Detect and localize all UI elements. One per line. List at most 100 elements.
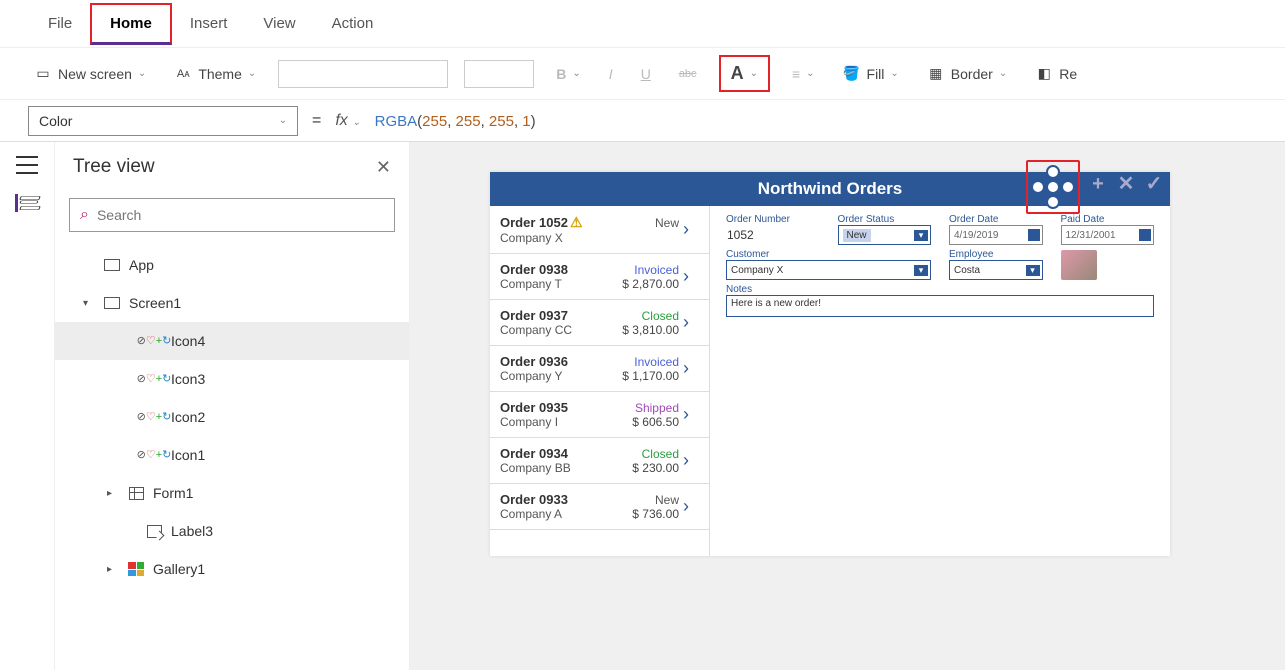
order-title: Order 0937 bbox=[500, 308, 618, 323]
border-button[interactable]: ▦ Border ⌄ bbox=[921, 61, 1013, 86]
search-input[interactable] bbox=[97, 207, 384, 223]
order-status: New bbox=[655, 216, 679, 230]
tree-panel: Tree view ✕ ⌕ App▾Screen1⊘♡+↻Icon4⊘♡+↻Ic… bbox=[55, 142, 410, 670]
paid-date-input[interactable]: 12/31/2001 bbox=[1061, 225, 1155, 245]
left-rail bbox=[0, 142, 55, 670]
cancel-icon[interactable]: ✕ bbox=[1116, 174, 1136, 194]
italic-button[interactable]: I bbox=[603, 62, 619, 86]
reorder-button[interactable]: ◧ Re bbox=[1029, 61, 1083, 86]
tree-item[interactable]: ⊘♡+↻Icon1 bbox=[55, 436, 409, 474]
order-list-item[interactable]: Order 1052⚠New›Company X bbox=[490, 206, 709, 254]
align-button[interactable]: ≡⌄ bbox=[786, 62, 821, 86]
submit-icon[interactable]: ✓ bbox=[1144, 174, 1164, 194]
tree-item[interactable]: ⊘♡+↻Icon2 bbox=[55, 398, 409, 436]
order-company: Company Y bbox=[500, 369, 618, 383]
order-list: Order 1052⚠New›Company XOrder 0938Invoic… bbox=[490, 206, 710, 556]
notes-label: Notes bbox=[726, 284, 1154, 295]
menu-insert[interactable]: Insert bbox=[172, 5, 246, 42]
menu-view[interactable]: View bbox=[245, 5, 313, 42]
chevron-right-icon: › bbox=[683, 358, 699, 379]
order-amount: $ 230.00 bbox=[632, 461, 679, 475]
formula-input[interactable]: RGBA(255, 255, 255, 1) bbox=[375, 112, 536, 130]
order-status: Closed bbox=[622, 309, 679, 323]
order-company: Company T bbox=[500, 277, 618, 291]
order-list-item[interactable]: Order 0935Shipped›Company I$ 606.50 bbox=[490, 392, 709, 438]
chevron-right-icon: › bbox=[683, 312, 699, 333]
gallery-icon bbox=[127, 560, 145, 578]
add-icon[interactable]: + bbox=[1088, 174, 1108, 194]
tree-item[interactable]: ▸ Gallery1 bbox=[55, 550, 409, 588]
order-amount: $ 1,170.00 bbox=[622, 369, 679, 383]
theme-icon: Aᴀ bbox=[174, 68, 192, 80]
tree-view-icon[interactable] bbox=[15, 194, 37, 212]
fill-button[interactable]: 🪣 Fill ⌄ bbox=[837, 61, 905, 86]
app-preview: Northwind Orders + ✕ ✓ Order 1052⚠New›Co… bbox=[490, 172, 1170, 556]
menu-bar: File Home Insert View Action bbox=[0, 0, 1285, 48]
order-date-input[interactable]: 4/19/2019 bbox=[949, 225, 1043, 245]
order-company: Company BB bbox=[500, 461, 628, 475]
order-amount: $ 3,810.00 bbox=[622, 323, 679, 337]
customer-label: Customer bbox=[726, 249, 931, 260]
new-screen-button[interactable]: ▭ New screen ⌄ bbox=[28, 61, 152, 86]
reorder-icon: ◧ bbox=[1035, 65, 1053, 82]
order-company: Company A bbox=[500, 507, 628, 521]
order-status: Invoiced bbox=[622, 355, 679, 369]
order-list-item[interactable]: Order 0938Invoiced›Company T$ 2,870.00 bbox=[490, 254, 709, 300]
order-list-item[interactable]: Order 0933New›Company A$ 736.00 bbox=[490, 484, 709, 530]
fill-icon: 🪣 bbox=[843, 65, 861, 82]
move-handle[interactable] bbox=[1026, 160, 1080, 214]
new-screen-icon: ▭ bbox=[34, 65, 52, 82]
chevron-right-icon: › bbox=[683, 450, 699, 471]
employee-select[interactable]: Costa▾ bbox=[949, 260, 1043, 280]
tree-list: App▾Screen1⊘♡+↻Icon4⊘♡+↻Icon3⊘♡+↻Icon2⊘♡… bbox=[55, 246, 409, 670]
menu-icon[interactable] bbox=[16, 156, 38, 174]
tree-item[interactable]: ⊘♡+↻Icon3 bbox=[55, 360, 409, 398]
search-icon: ⌕ bbox=[80, 206, 89, 224]
chevron-down-icon: ⌄ bbox=[999, 68, 1007, 79]
tree-item-label: Label3 bbox=[171, 523, 213, 539]
fx-icon[interactable]: fx ⌄ bbox=[335, 112, 360, 130]
reorder-label: Re bbox=[1059, 66, 1077, 82]
calendar-icon bbox=[1139, 229, 1151, 241]
order-status: Closed bbox=[632, 447, 679, 461]
close-icon[interactable]: ✕ bbox=[376, 157, 391, 178]
order-date-label: Order Date bbox=[949, 214, 1043, 225]
tree-item-label: Gallery1 bbox=[153, 561, 205, 577]
property-label: Color bbox=[39, 113, 72, 129]
caret-icon: ▸ bbox=[107, 564, 119, 575]
strike-button[interactable]: abc bbox=[673, 64, 703, 84]
order-company: Company I bbox=[500, 415, 628, 429]
tree-item-label: App bbox=[129, 257, 154, 273]
menu-action[interactable]: Action bbox=[314, 5, 392, 42]
underline-button[interactable]: U bbox=[635, 62, 657, 86]
property-select[interactable]: Color ⌄ bbox=[28, 106, 298, 136]
font-size-select[interactable] bbox=[464, 60, 534, 88]
ribbon: ▭ New screen ⌄ Aᴀ Theme ⌄ B⌄ I U abc A⌄ … bbox=[0, 48, 1285, 100]
employee-label: Employee bbox=[949, 249, 1043, 260]
notes-input[interactable]: Here is a new order! bbox=[726, 295, 1154, 317]
order-list-item[interactable]: Order 0934Closed›Company BB$ 230.00 bbox=[490, 438, 709, 484]
bold-button[interactable]: B⌄ bbox=[550, 62, 587, 86]
order-list-item[interactable]: Order 0936Invoiced›Company Y$ 1,170.00 bbox=[490, 346, 709, 392]
tree-item[interactable]: Label3 bbox=[55, 512, 409, 550]
tree-item[interactable]: App bbox=[55, 246, 409, 284]
order-status-select[interactable]: New▾ bbox=[838, 225, 932, 245]
tree-item[interactable]: ▸Form1 bbox=[55, 474, 409, 512]
caret-icon: ▾ bbox=[83, 298, 95, 309]
font-color-button[interactable]: A⌄ bbox=[719, 55, 770, 92]
order-number-label: Order Number bbox=[726, 214, 820, 225]
customer-select[interactable]: Company X▾ bbox=[726, 260, 931, 280]
menu-file[interactable]: File bbox=[30, 5, 90, 42]
icons-icon: ⊘♡+↻ bbox=[145, 446, 163, 464]
search-box[interactable]: ⌕ bbox=[69, 198, 395, 232]
order-list-item[interactable]: Order 0937Closed›Company CC$ 3,810.00 bbox=[490, 300, 709, 346]
order-title: Order 1052⚠ bbox=[500, 214, 651, 231]
menu-home[interactable]: Home bbox=[90, 3, 172, 45]
icons-icon: ⊘♡+↻ bbox=[145, 370, 163, 388]
font-family-select[interactable] bbox=[278, 60, 448, 88]
tree-item[interactable]: ▾Screen1 bbox=[55, 284, 409, 322]
chevron-down-icon: ⌄ bbox=[279, 115, 287, 126]
new-screen-label: New screen bbox=[58, 66, 132, 82]
theme-button[interactable]: Aᴀ Theme ⌄ bbox=[168, 62, 262, 86]
tree-item[interactable]: ⊘♡+↻Icon4 bbox=[55, 322, 409, 360]
